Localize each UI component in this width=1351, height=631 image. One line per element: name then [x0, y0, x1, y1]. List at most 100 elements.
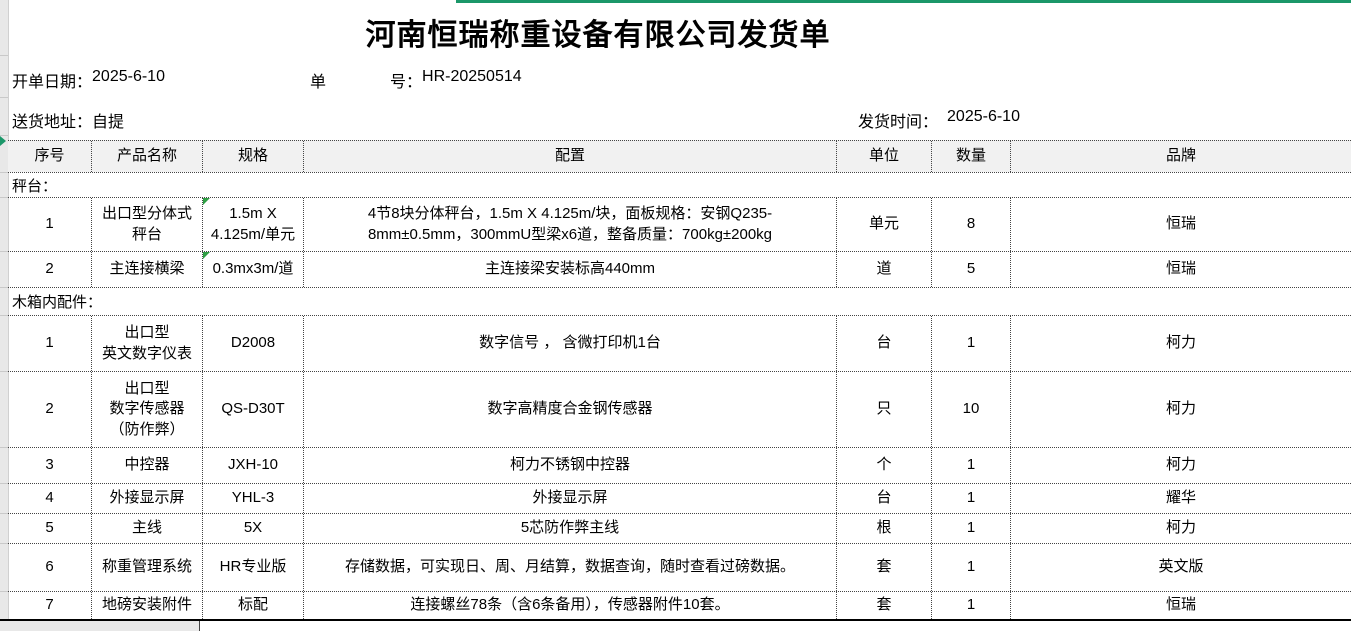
cell-no[interactable]: 7: [8, 592, 92, 619]
cell-qty[interactable]: 1: [932, 448, 1011, 483]
delivery-address-field[interactable]: 送货地址：自提: [12, 108, 124, 132]
header-cell-config[interactable]: 配置: [304, 141, 837, 172]
cell-qty[interactable]: 1: [932, 592, 1011, 619]
cell-no[interactable]: 3: [8, 448, 92, 483]
cell-no[interactable]: 1: [8, 316, 92, 371]
cell-spec[interactable]: HR专业版: [203, 544, 304, 591]
gutter-line: [0, 371, 8, 372]
cell-name[interactable]: 中控器: [92, 448, 203, 483]
cell-unit[interactable]: 只: [837, 372, 932, 447]
cell-spec[interactable]: 标配: [203, 592, 304, 619]
gutter-line: [0, 197, 8, 198]
cell-name[interactable]: 外接显示屏: [92, 484, 203, 513]
cell-no[interactable]: 2: [8, 372, 92, 447]
table-row: 2 出口型 数字传感器 （防作弊） QS-D30T 数字高精度合金钢传感器 只 …: [8, 371, 1351, 447]
cell-unit[interactable]: 套: [837, 544, 932, 591]
cell-qty[interactable]: 10: [932, 372, 1011, 447]
cell-qty[interactable]: 1: [932, 544, 1011, 591]
cell-unit[interactable]: 个: [837, 448, 932, 483]
cell-no[interactable]: 2: [8, 252, 92, 287]
cell-qty[interactable]: 1: [932, 514, 1011, 543]
cell-spec[interactable]: JXH-10: [203, 448, 304, 483]
gutter-line: [0, 591, 8, 592]
order-no-field[interactable]: 单 号：HR-20250514: [310, 68, 522, 92]
error-flag-icon: [203, 198, 210, 205]
header-cell-spec[interactable]: 规格: [203, 141, 304, 172]
cell-qty[interactable]: 1: [932, 316, 1011, 371]
cell-brand[interactable]: 恒瑞: [1011, 198, 1351, 251]
cell-config[interactable]: 存储数据，可实现日、周、月结算，数据查询，随时查看过磅数据。: [304, 544, 837, 591]
gutter-line: [0, 543, 8, 544]
cell-no[interactable]: 1: [8, 198, 92, 251]
cell-qty[interactable]: 8: [932, 198, 1011, 251]
cell-config[interactable]: 数字信号 ， 含微打印机1台: [304, 316, 837, 371]
error-flag-icon: [203, 252, 210, 259]
cell-name[interactable]: 出口型 英文数字仪表: [92, 316, 203, 371]
delivery-address-label: 送货地址：: [12, 108, 92, 132]
section-label-weighbridge[interactable]: 秤台：: [8, 172, 1351, 197]
cell-brand[interactable]: 柯力: [1011, 514, 1351, 543]
cell-no[interactable]: 6: [8, 544, 92, 591]
cell-name[interactable]: 称重管理系统: [92, 544, 203, 591]
cell-config[interactable]: 外接显示屏: [304, 484, 837, 513]
cell-unit[interactable]: 道: [837, 252, 932, 287]
cell-name[interactable]: 主连接横梁: [92, 252, 203, 287]
cell-unit[interactable]: 套: [837, 592, 932, 619]
cell-spec-text: 1.5m X 4.125m/单元: [211, 204, 295, 245]
ship-time-field[interactable]: 发货时间： 2025-6-10: [858, 108, 1020, 132]
page-break-bar: [456, 0, 1351, 3]
table-row: 7 地磅安装附件 标配 连接螺丝78条（含6条备用），传感器附件10套。 套 1…: [8, 591, 1351, 619]
cell-brand[interactable]: 英文版: [1011, 544, 1351, 591]
order-no-value[interactable]: HR-20250514: [422, 68, 522, 92]
next-row-divider: [199, 621, 200, 631]
header-cell-unit[interactable]: 单位: [837, 141, 932, 172]
gutter-line: [0, 251, 8, 252]
header-cell-brand[interactable]: 品牌: [1011, 141, 1351, 172]
header-cell-name[interactable]: 产品名称: [92, 141, 203, 172]
cell-unit[interactable]: 单元: [837, 198, 932, 251]
gutter-line: [0, 97, 8, 98]
order-date-field[interactable]: 开单日期：2025-6-10: [12, 68, 165, 92]
ship-time-label: 发货时间：: [858, 108, 938, 132]
cell-spec[interactable]: QS-D30T: [203, 372, 304, 447]
cell-config[interactable]: 5芯防作弊主线: [304, 514, 837, 543]
cell-config[interactable]: 主连接梁安装标高440mm: [304, 252, 837, 287]
cell-brand[interactable]: 耀华: [1011, 484, 1351, 513]
cell-name[interactable]: 地磅安装附件: [92, 592, 203, 619]
ship-time-value[interactable]: 2025-6-10: [947, 108, 1020, 132]
next-row-shaded-area: [0, 621, 199, 631]
page-title[interactable]: 河南恒瑞称重设备有限公司发货单: [8, 10, 1188, 54]
cell-brand[interactable]: 柯力: [1011, 316, 1351, 371]
cell-no[interactable]: 4: [8, 484, 92, 513]
cell-spec[interactable]: D2008: [203, 316, 304, 371]
cell-spec[interactable]: YHL-3: [203, 484, 304, 513]
delivery-address-value[interactable]: 自提: [92, 108, 124, 132]
gutter-line: [0, 287, 8, 288]
cell-config[interactable]: 柯力不锈钢中控器: [304, 448, 837, 483]
header-cell-qty[interactable]: 数量: [932, 141, 1011, 172]
cell-name[interactable]: 出口型 数字传感器 （防作弊）: [92, 372, 203, 447]
cell-config[interactable]: 4节8块分体秤台，1.5m X 4.125m/块，面板规格：安钢Q235- 8m…: [304, 198, 837, 251]
gutter-marker-icon: [0, 136, 6, 146]
cell-unit[interactable]: 台: [837, 484, 932, 513]
cell-brand[interactable]: 恒瑞: [1011, 252, 1351, 287]
cell-spec[interactable]: 5X: [203, 514, 304, 543]
order-date-value[interactable]: 2025-6-10: [92, 68, 165, 92]
cell-unit[interactable]: 根: [837, 514, 932, 543]
table-row: 1 出口型 英文数字仪表 D2008 数字信号 ， 含微打印机1台 台 1 柯力: [8, 315, 1351, 371]
header-cell-no[interactable]: 序号: [8, 141, 92, 172]
section-label-crate-accessories[interactable]: 木箱内配件：: [8, 287, 1351, 315]
cell-qty[interactable]: 1: [932, 484, 1011, 513]
cell-brand[interactable]: 恒瑞: [1011, 592, 1351, 619]
cell-brand[interactable]: 柯力: [1011, 448, 1351, 483]
cell-config[interactable]: 数字高精度合金钢传感器: [304, 372, 837, 447]
cell-config[interactable]: 连接螺丝78条（含6条备用），传感器附件10套。: [304, 592, 837, 619]
cell-qty[interactable]: 5: [932, 252, 1011, 287]
cell-name[interactable]: 出口型分体式 秤台: [92, 198, 203, 251]
cell-brand[interactable]: 柯力: [1011, 372, 1351, 447]
cell-unit[interactable]: 台: [837, 316, 932, 371]
cell-spec[interactable]: 0.3mx3m/道: [203, 252, 304, 287]
cell-name[interactable]: 主线: [92, 514, 203, 543]
cell-no[interactable]: 5: [8, 514, 92, 543]
cell-spec[interactable]: 1.5m X 4.125m/单元: [203, 198, 304, 251]
